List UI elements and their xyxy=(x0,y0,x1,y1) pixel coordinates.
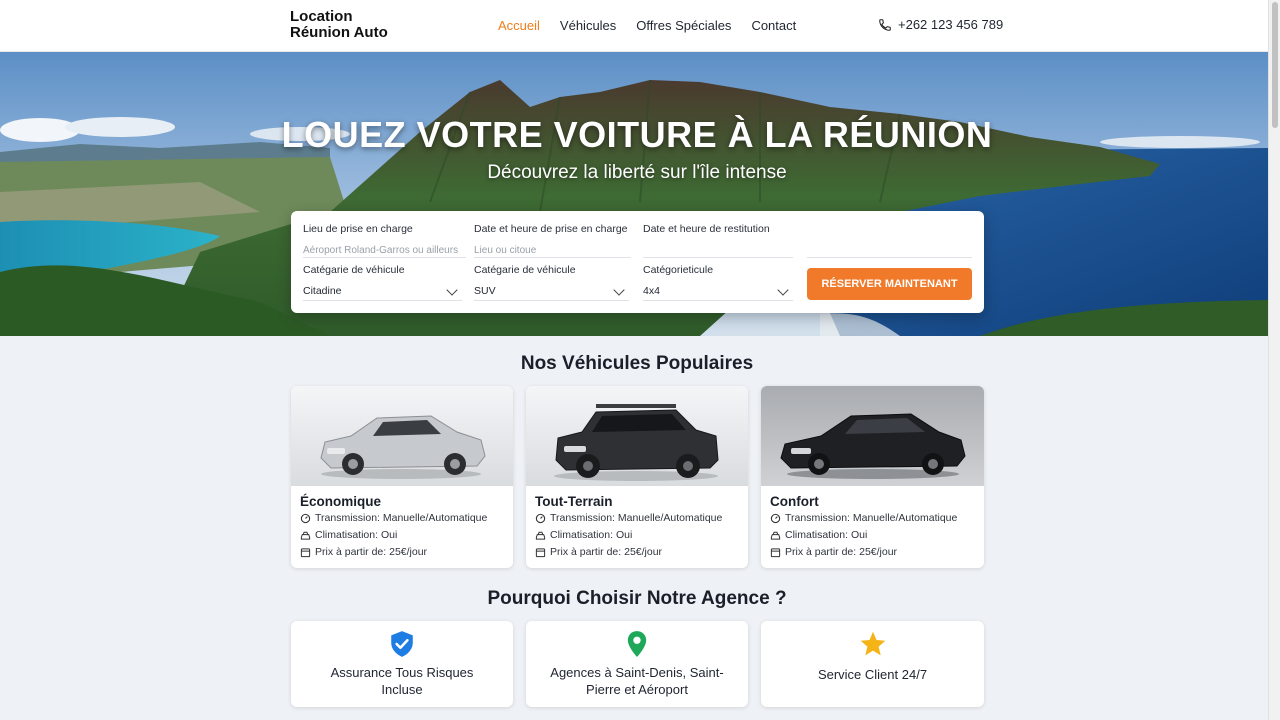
calendar-icon xyxy=(770,547,781,557)
booking-spare-field[interactable] xyxy=(807,223,972,258)
calendar-icon xyxy=(300,547,311,557)
why-text: Service Client 24/7 xyxy=(817,667,928,682)
pickup-location-placeholder: Aéroport Roland-Garros ou ailleurs xyxy=(303,245,459,256)
logo-line-2: Réunion Auto xyxy=(290,24,388,41)
spec-transmission: Transmission: Manuelle/Automatique xyxy=(770,512,957,524)
vehicle-category-select-1[interactable]: Catégarie de véhicule Citadine xyxy=(303,264,462,301)
why-card-service: Service Client 24/7 xyxy=(761,621,984,707)
why-section-title: Pourquoi Choisir Notre Agence ? xyxy=(487,588,787,609)
vehicle-category-value-1: Citadine xyxy=(303,285,342,297)
why-text: Agences à Saint-Denis, Saint-Pierre et A… xyxy=(550,665,724,697)
map-pin-icon xyxy=(627,631,647,657)
vehicle-category-label-2: Catégarie de véhicule xyxy=(474,264,576,276)
pickup-location-field[interactable]: Lieu de prise en charge Aéroport Roland-… xyxy=(303,223,466,258)
why-text: Assurance Tous Risques Incluse xyxy=(330,665,474,697)
vehicle-category-select-3[interactable]: Catégorieticule 4x4 xyxy=(643,264,793,301)
car-icon xyxy=(300,531,311,540)
vehicle-name: Économique xyxy=(300,494,382,509)
car-icon xyxy=(770,531,781,540)
vehicle-image xyxy=(291,386,513,486)
gauge-icon xyxy=(300,513,311,523)
gauge-icon xyxy=(770,513,781,523)
phone-number: +262 123 456 789 xyxy=(898,17,1004,32)
spec-transmission: Transmission: Manuelle/Automatique xyxy=(535,512,722,524)
car-confort-image xyxy=(780,413,966,479)
pickup-datetime-label: Date et heure de prise en charge xyxy=(474,223,628,235)
spec-transmission: Transmission: Manuelle/Automatique xyxy=(300,512,487,524)
logo-line-1: Location xyxy=(290,8,353,25)
why-card-assurance: Assurance Tous Risques Incluse xyxy=(291,621,513,707)
nav-vehicules[interactable]: Véhicules xyxy=(560,18,616,33)
booking-form: Lieu de prise en charge Aéroport Roland-… xyxy=(291,211,984,313)
car-icon xyxy=(535,531,546,540)
spec-transmission-text: Transmission: Manuelle/Automatique xyxy=(315,512,488,524)
nav-accueil[interactable]: Accueil xyxy=(498,18,540,33)
vehicle-category-value-2: SUV xyxy=(474,285,496,297)
reserve-now-button[interactable]: RÉSERVER MAINTENANT xyxy=(807,268,972,300)
spec-transmission-text: Transmission: Manuelle/Automatique xyxy=(785,512,958,524)
spec-ac-text: Climatisation: Oui xyxy=(315,529,398,541)
spec-ac-text: Climatisation: Oui xyxy=(785,529,868,541)
vehicle-category-label-1: Catégarie de véhicule xyxy=(303,264,405,276)
nav-contact[interactable]: Contact xyxy=(751,18,796,33)
car-tout-terrain-image xyxy=(554,404,719,481)
return-datetime-field[interactable]: Date et heure de restitution xyxy=(643,223,793,258)
spec-price-text: Prix à partir de: 25€/jour xyxy=(785,546,898,558)
vehicle-card-economique[interactable]: Économique Transmission: Manuelle/Automa… xyxy=(291,386,513,568)
hero-subtitle: Découvrez la liberté sur l'île intense xyxy=(487,162,787,183)
spec-ac: Climatisation: Oui xyxy=(300,529,397,541)
calendar-icon xyxy=(535,547,546,557)
site-header: Location Réunion Auto Accueil Véhicules … xyxy=(0,0,1268,52)
spec-price: Prix à partir de: 25€/jour xyxy=(300,546,427,558)
spec-ac-text: Climatisation: Oui xyxy=(550,529,633,541)
vehicle-name: Confort xyxy=(770,494,819,509)
spec-ac: Climatisation: Oui xyxy=(770,529,867,541)
vehicle-card-tout-terrain[interactable]: Tout-Terrain Transmission: Manuelle/Auto… xyxy=(526,386,748,568)
vehicle-image xyxy=(526,386,748,486)
spec-ac: Climatisation: Oui xyxy=(535,529,632,541)
spec-price-text: Prix à partir de: 25€/jour xyxy=(550,546,663,558)
chevron-down-icon xyxy=(613,284,625,296)
phone-icon xyxy=(879,18,891,31)
car-economique-image xyxy=(320,415,486,479)
pickup-datetime-field[interactable]: Date et heure de prise en charge Lieu ou… xyxy=(474,223,631,258)
vehicle-image xyxy=(761,386,984,486)
vehicles-section-title: Nos Véhicules Populaires xyxy=(520,353,754,374)
chevron-down-icon xyxy=(446,284,458,296)
vehicle-card-confort[interactable]: Confort Transmission: Manuelle/Automatiq… xyxy=(761,386,984,568)
site-logo[interactable]: Location Réunion Auto xyxy=(290,9,388,41)
hero-title: LOUEZ VOTRE VOITURE À LA RÉUNION xyxy=(281,114,993,155)
spec-price-text: Prix à partir de: 25€/jour xyxy=(315,546,428,558)
page-scrollbar[interactable] xyxy=(1268,0,1280,720)
shield-check-icon xyxy=(391,631,413,657)
nav-offres-speciales[interactable]: Offres Spéciales xyxy=(636,18,731,33)
vehicle-name: Tout-Terrain xyxy=(535,494,613,509)
return-datetime-label: Date et heure de restitution xyxy=(643,223,770,235)
spec-transmission-text: Transmission: Manuelle/Automatique xyxy=(550,512,723,524)
chevron-down-icon xyxy=(777,284,789,296)
pickup-datetime-placeholder: Lieu ou citoue xyxy=(474,245,537,256)
vehicle-category-value-3: 4x4 xyxy=(643,285,660,297)
vehicle-category-label-3: Catégorieticule xyxy=(643,264,714,276)
spec-price: Prix à partir de: 25€/jour xyxy=(535,546,662,558)
why-card-agences: Agences à Saint-Denis, Saint-Pierre et A… xyxy=(526,621,748,707)
gauge-icon xyxy=(535,513,546,523)
star-icon xyxy=(860,631,885,656)
scrollbar-thumb[interactable] xyxy=(1272,2,1278,128)
spec-price: Prix à partir de: 25€/jour xyxy=(770,546,897,558)
main-nav: Accueil Véhicules Offres Spéciales Conta… xyxy=(498,18,796,33)
phone-link[interactable]: +262 123 456 789 xyxy=(878,17,1003,32)
vehicle-category-select-2[interactable]: Catégarie de véhicule SUV xyxy=(474,264,629,301)
pickup-location-label: Lieu de prise en charge xyxy=(303,223,413,235)
